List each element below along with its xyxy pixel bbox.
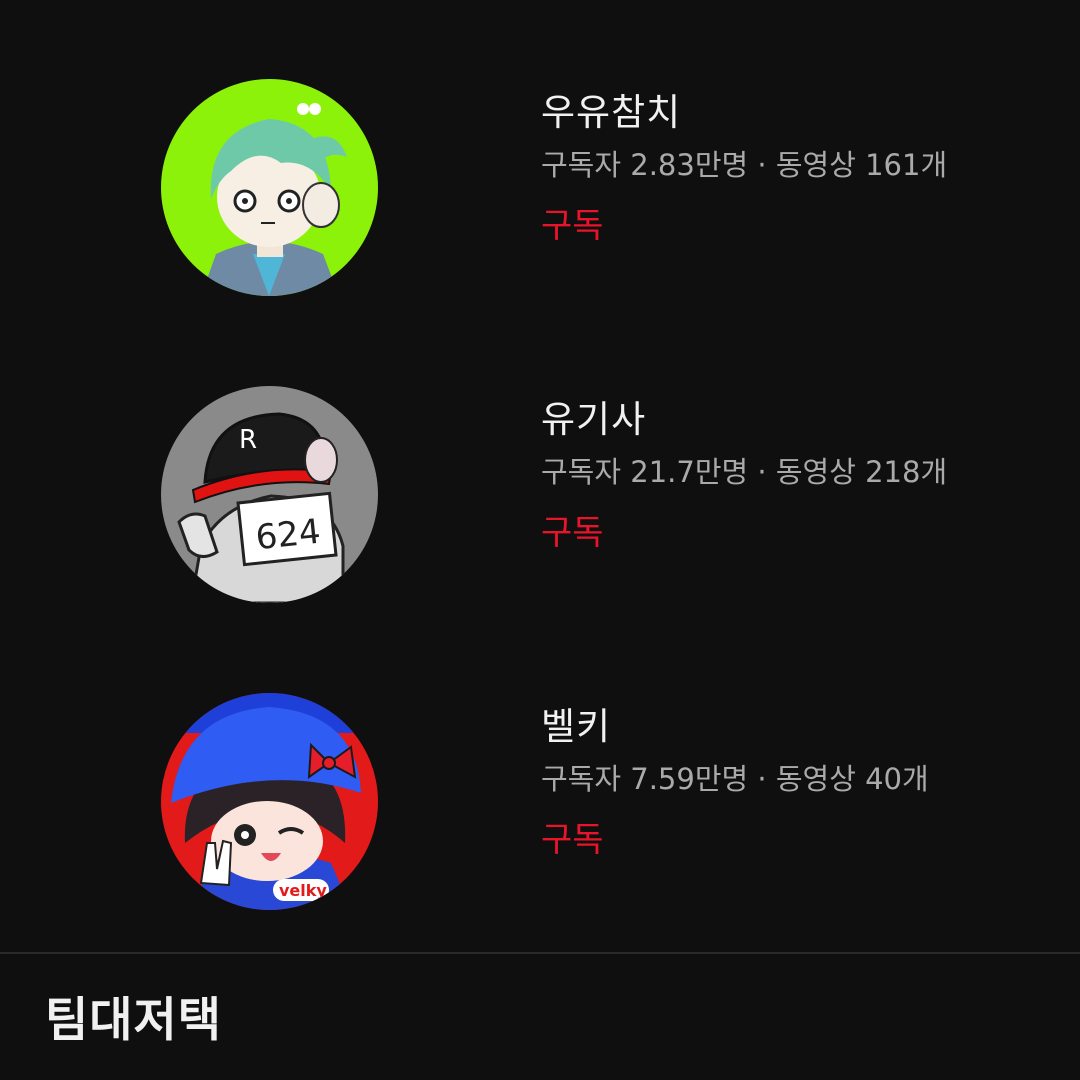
- avatar-image: velky: [161, 693, 378, 910]
- subscribe-button[interactable]: 구독: [541, 206, 604, 246]
- channel-stats: 구독자 7.59만명 · 동영상 40개: [541, 762, 929, 796]
- channel-name[interactable]: 우유참치: [541, 91, 947, 135]
- subscribe-button[interactable]: 구독: [541, 513, 604, 553]
- channel-info: 우유참치 구독자 2.83만명 · 동영상 161개 구독: [541, 91, 947, 246]
- avatar-image: [161, 79, 378, 296]
- channel-avatar[interactable]: [161, 79, 378, 296]
- channel-info: 벨키 구독자 7.59만명 · 동영상 40개 구독: [541, 705, 929, 860]
- section-title: 팀대저택: [45, 993, 222, 1048]
- channel-info: 유기사 구독자 21.7만명 · 동영상 218개 구독: [541, 398, 947, 553]
- channel-avatar[interactable]: R 624: [161, 386, 378, 603]
- svg-text:R: R: [239, 425, 257, 455]
- channel-row[interactable]: R 624 유기사 구독자 21.7만명 · 동영상 218개 구독: [0, 386, 1080, 626]
- channel-row[interactable]: 우유참치 구독자 2.83만명 · 동영상 161개 구독: [0, 79, 1080, 319]
- subscribe-button[interactable]: 구독: [541, 820, 604, 860]
- channel-avatar[interactable]: velky: [161, 693, 378, 910]
- section-divider: [0, 952, 1080, 954]
- avatar-shirt-text: velky: [279, 881, 327, 900]
- channel-name[interactable]: 벨키: [541, 705, 929, 749]
- channel-stats: 구독자 21.7만명 · 동영상 218개: [541, 455, 948, 489]
- avatar-sign-text: 624: [254, 512, 323, 559]
- channel-list-screen: 우유참치 구독자 2.83만명 · 동영상 161개 구독 R 624 유기사 …: [0, 0, 1080, 1080]
- avatar-image: R 624: [161, 386, 378, 603]
- channel-stats: 구독자 2.83만명 · 동영상 161개: [541, 148, 948, 182]
- channel-row[interactable]: velky 벨키 구독자 7.59만명 · 동영상 40개 구독: [0, 693, 1080, 933]
- channel-name[interactable]: 유기사: [541, 398, 947, 442]
